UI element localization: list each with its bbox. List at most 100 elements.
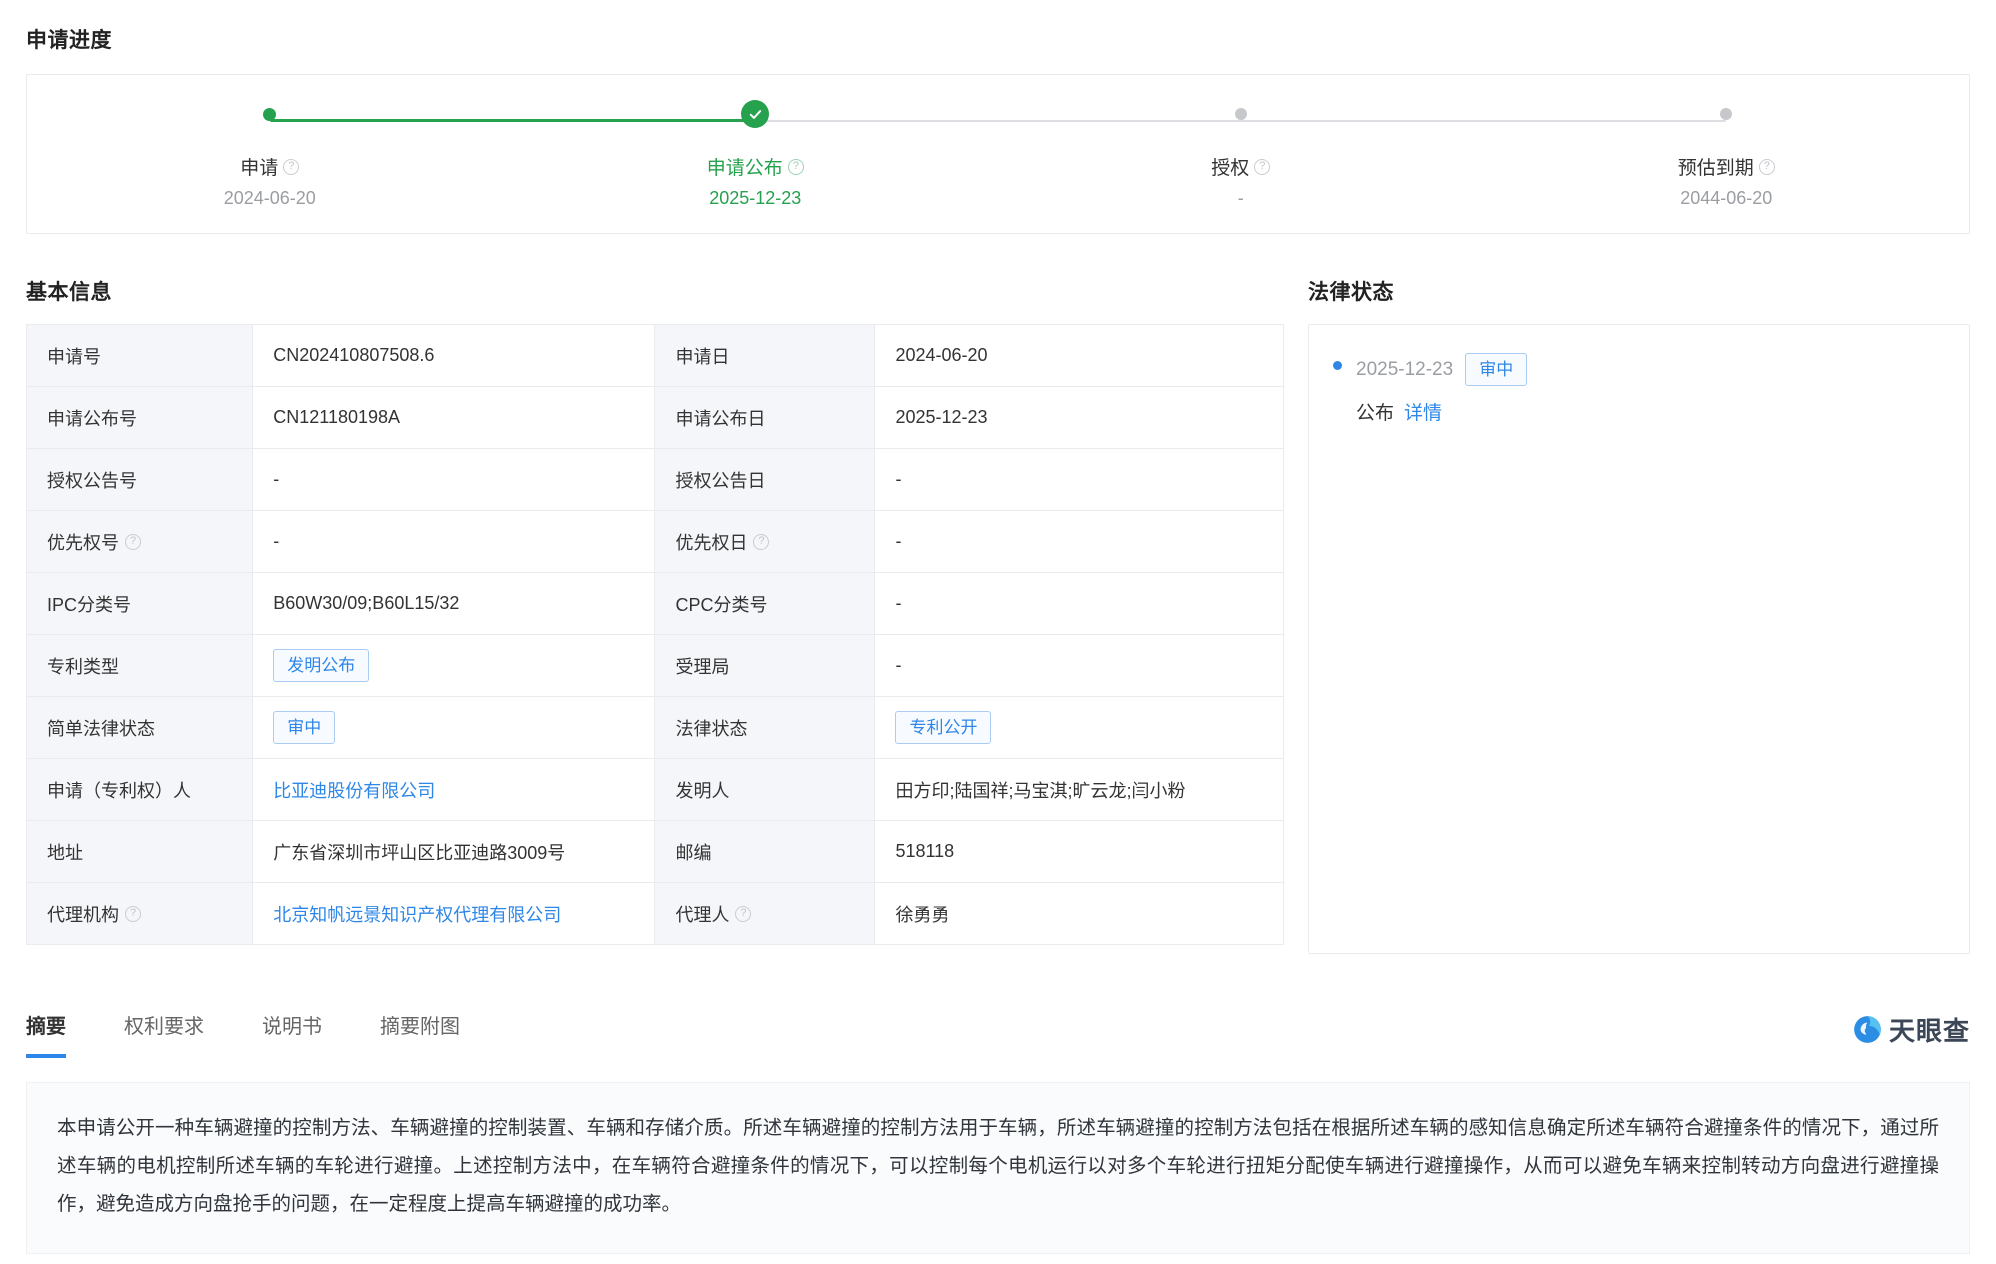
field-value: 徐勇勇 [875, 883, 1284, 945]
help-icon[interactable]: ? [1759, 159, 1775, 175]
field-value: 田方印;陆国祥;马宝淇;旷云龙;闫小粉 [875, 759, 1284, 821]
tianyancha-logo[interactable]: 天眼查 [1852, 1011, 1970, 1058]
legal-status-badge: 专利公开 [895, 711, 991, 744]
field-label: 申请公布号 [27, 387, 253, 449]
step-label: 申请 [240, 153, 278, 180]
field-label: 申请日 [655, 325, 875, 387]
step-date: 2025-12-23 [513, 188, 999, 209]
field-value: - [875, 449, 1284, 511]
bullet-dot-icon [1333, 361, 1342, 370]
progress-step-application: 申请 ? 2024-06-20 [27, 75, 513, 209]
legal-status-entry-badge: 审中 [1465, 353, 1527, 386]
help-icon[interactable]: ? [1254, 159, 1270, 175]
field-label: 法律状态 [655, 697, 875, 759]
field-value: 发明公布 [253, 635, 655, 697]
field-label: 简单法律状态 [27, 697, 253, 759]
progress-step-grant: 授权 ? - [998, 75, 1484, 209]
application-progress-card: 申请 ? 2024-06-20 申请公布 ? 2025-1 [26, 74, 1970, 234]
field-label: CPC分类号 [655, 573, 875, 635]
tab-abstract[interactable]: 摘要 [26, 1010, 66, 1058]
abstract-text: 本申请公开一种车辆避撞的控制方法、车辆避撞的控制装置、车辆和存储介质。所述车辆避… [57, 1109, 1939, 1223]
field-label: 优先权日? [655, 511, 875, 573]
basic-info-title: 基本信息 [26, 276, 1284, 306]
field-value: 北京知帆远景知识产权代理有限公司 [253, 883, 655, 945]
help-icon[interactable]: ? [735, 906, 751, 922]
tianyancha-logo-icon [1852, 1014, 1883, 1045]
help-icon[interactable]: ? [788, 159, 804, 175]
step-dot-done [263, 108, 276, 121]
field-label: IPC分类号 [27, 573, 253, 635]
field-value: 审中 [253, 697, 655, 759]
field-label: 授权公告日 [655, 449, 875, 511]
table-row: 申请号 CN202410807508.6 申请日 2024-06-20 [27, 325, 1284, 387]
field-value: 518118 [875, 821, 1284, 883]
field-value: - [253, 449, 655, 511]
table-row: 授权公告号 - 授权公告日 - [27, 449, 1284, 511]
step-dot-pending [1720, 108, 1732, 120]
field-label: 专利类型 [27, 635, 253, 697]
field-value: - [875, 635, 1284, 697]
basic-info-table: 申请号 CN202410807508.6 申请日 2024-06-20 申请公布… [26, 324, 1284, 945]
table-row: 简单法律状态 审中 法律状态 专利公开 [27, 697, 1284, 759]
field-label: 申请公布日 [655, 387, 875, 449]
patent-type-badge: 发明公布 [273, 649, 369, 682]
field-value: 专利公开 [875, 697, 1284, 759]
field-label: 申请号 [27, 325, 253, 387]
field-label: 邮编 [655, 821, 875, 883]
field-value: 2024-06-20 [875, 325, 1284, 387]
table-row: 地址 广东省深圳市坪山区比亚迪路3009号 邮编 518118 [27, 821, 1284, 883]
applicant-link[interactable]: 比亚迪股份有限公司 [273, 781, 435, 801]
step-dot-pending [1235, 108, 1247, 120]
help-icon[interactable]: ? [753, 534, 769, 550]
progress-step-expiry: 预估到期 ? 2044-06-20 [1484, 75, 1970, 209]
step-label: 预估到期 [1678, 153, 1754, 180]
abstract-panel: 本申请公开一种车辆避撞的控制方法、车辆避撞的控制装置、车辆和存储介质。所述车辆避… [26, 1082, 1970, 1254]
tab-description[interactable]: 说明书 [262, 1010, 322, 1058]
legal-status-date: 2025-12-23 [1356, 359, 1453, 381]
field-label: 授权公告号 [27, 449, 253, 511]
tab-claims[interactable]: 权利要求 [124, 1010, 204, 1058]
field-label: 申请（专利权）人 [27, 759, 253, 821]
agency-link[interactable]: 北京知帆远景知识产权代理有限公司 [273, 905, 561, 925]
field-label: 地址 [27, 821, 253, 883]
progress-step-publication: 申请公布 ? 2025-12-23 [513, 75, 999, 209]
step-date: 2024-06-20 [27, 188, 513, 209]
tab-abstract-figure[interactable]: 摘要附图 [380, 1010, 460, 1058]
brand-name: 天眼查 [1889, 1011, 1970, 1048]
progress-section-title: 申请进度 [26, 24, 1970, 54]
field-value: 广东省深圳市坪山区比亚迪路3009号 [253, 821, 655, 883]
field-label: 受理局 [655, 635, 875, 697]
detail-link[interactable]: 详情 [1404, 398, 1442, 425]
table-row: 申请（专利权）人 比亚迪股份有限公司 发明人 田方印;陆国祥;马宝淇;旷云龙;闫… [27, 759, 1284, 821]
field-value: B60W30/09;B60L15/32 [253, 573, 655, 635]
field-label: 优先权号? [27, 511, 253, 573]
step-date: - [998, 188, 1484, 209]
help-icon[interactable]: ? [125, 534, 141, 550]
check-circle-icon [741, 100, 769, 128]
step-date: 2044-06-20 [1484, 188, 1970, 209]
table-row: IPC分类号 B60W30/09;B60L15/32 CPC分类号 - [27, 573, 1284, 635]
table-row: 代理机构? 北京知帆远景知识产权代理有限公司 代理人? 徐勇勇 [27, 883, 1284, 945]
legal-status-entry: 2025-12-23 审中 公布 详情 [1333, 353, 1945, 425]
table-row: 优先权号? - 优先权日? - [27, 511, 1284, 573]
legal-status-title: 法律状态 [1308, 276, 1970, 306]
help-icon[interactable]: ? [125, 906, 141, 922]
field-label: 代理人? [655, 883, 875, 945]
table-row: 专利类型 发明公布 受理局 - [27, 635, 1284, 697]
field-value: 2025-12-23 [875, 387, 1284, 449]
field-value: - [875, 511, 1284, 573]
document-tabs: 摘要 权利要求 说明书 摘要附图 天眼查 [26, 1010, 1970, 1058]
help-icon[interactable]: ? [283, 159, 299, 175]
field-value: - [253, 511, 655, 573]
field-label: 发明人 [655, 759, 875, 821]
field-label: 代理机构? [27, 883, 253, 945]
field-value: - [875, 573, 1284, 635]
legal-event-label: 公布 [1356, 398, 1394, 425]
patent-detail-page: 申请进度 申请 ? 2024-06-20 [0, 0, 1996, 1264]
field-value: CN202410807508.6 [253, 325, 655, 387]
table-row: 申请公布号 CN121180198A 申请公布日 2025-12-23 [27, 387, 1284, 449]
simple-legal-status-badge: 审中 [273, 711, 335, 744]
legal-status-card: 2025-12-23 审中 公布 详情 [1308, 324, 1970, 954]
step-label: 申请公布 [707, 153, 783, 180]
field-value: 比亚迪股份有限公司 [253, 759, 655, 821]
